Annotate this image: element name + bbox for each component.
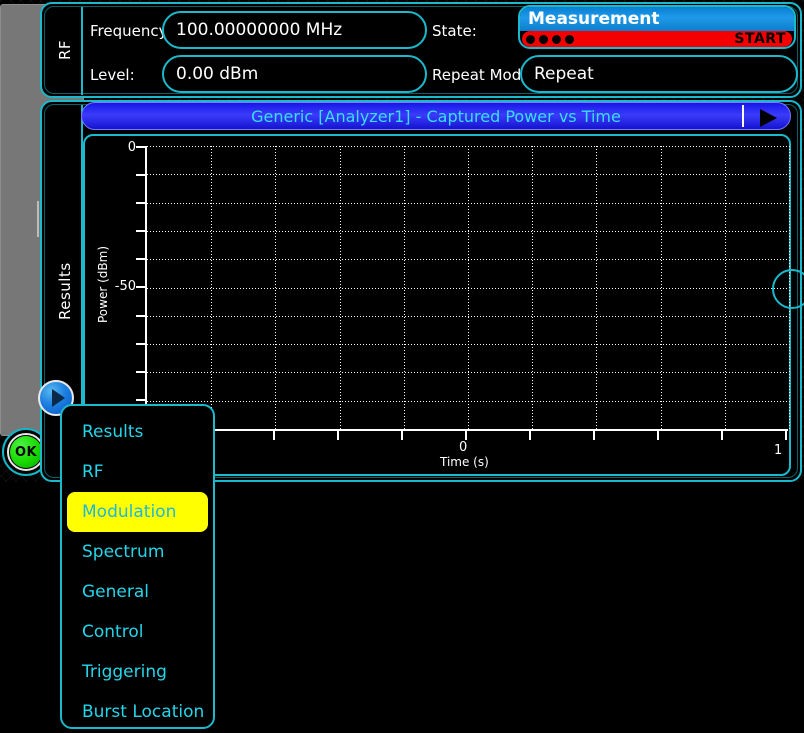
menu-item-label: Triggering [82, 662, 167, 682]
y-tick-label-0: 0 [127, 140, 136, 155]
play-triangle-icon [51, 389, 65, 407]
gridline-horizontal [147, 372, 789, 373]
x-tick-label-0: 0 [459, 440, 468, 455]
menu-item-label: Control [82, 622, 144, 642]
menu-item-label: Results [82, 422, 144, 442]
menu-item-spectrum[interactable]: Spectrum [62, 532, 213, 572]
measurement-title: Measurement [520, 7, 794, 31]
graph-title-bar[interactable]: Generic [Analyzer1] - Captured Power vs … [81, 102, 791, 130]
menu-item-triggering[interactable]: Triggering [62, 652, 213, 692]
menu-item-label: Burst Location [82, 702, 205, 722]
gridline-horizontal [147, 174, 789, 175]
results-popup-menu[interactable]: Results RF Modulation Spectrum General Contro… [60, 404, 215, 729]
ok-button-label: OK [10, 436, 42, 468]
gridline-horizontal [147, 401, 789, 402]
menu-item-control[interactable]: Control [62, 612, 213, 652]
menu-item-rf[interactable]: RF [62, 452, 213, 492]
frequency-field[interactable]: 100.00000000 MHz [162, 11, 427, 49]
menu-item-modulation[interactable]: Modulation [67, 492, 208, 532]
gridline-horizontal [147, 344, 789, 345]
level-label: Level: [90, 66, 135, 84]
rf-panel-divider [81, 7, 83, 95]
graph-title-separator [742, 105, 744, 127]
right-edge-handle[interactable] [772, 269, 804, 309]
play-triangle-icon[interactable] [760, 109, 777, 127]
y-axis-title: Power (dBm) [96, 246, 110, 323]
level-field[interactable]: 0.00 dBm [162, 55, 427, 93]
x-axis-title: Time (s) [440, 455, 489, 469]
repeat-mode-field[interactable]: Repeat [520, 55, 798, 93]
menu-item-label: General [82, 582, 149, 602]
x-tick-label-1: 1 [774, 443, 783, 458]
gridline-horizontal [147, 316, 789, 317]
menu-item-label: Spectrum [82, 542, 165, 562]
progress-dot [526, 34, 535, 44]
gridline-horizontal [147, 231, 789, 232]
gridline-horizontal [147, 203, 789, 204]
gridline-horizontal [147, 146, 789, 147]
progress-dot [539, 34, 548, 44]
state-label: State: [432, 22, 477, 40]
menu-item-burst-location[interactable]: Burst Location [62, 692, 213, 732]
measurement-status-widget[interactable]: Measurement START [518, 5, 796, 49]
gridline-horizontal [147, 288, 789, 289]
graph-title-text: Generic [Analyzer1] - Captured Power vs … [251, 106, 621, 126]
progress-dot [565, 34, 574, 44]
menu-item-label: RF [82, 462, 104, 482]
menu-item-results[interactable]: Results [62, 412, 213, 452]
frequency-label: Frequency: [90, 22, 172, 40]
gridline-horizontal [147, 259, 789, 260]
menu-item-general[interactable]: General [62, 572, 213, 612]
plot-grid-area[interactable] [145, 146, 790, 430]
progress-dot [552, 34, 561, 44]
rf-panel-tab[interactable]: RF [56, 4, 74, 96]
menu-item-label: Modulation [82, 502, 177, 522]
measurement-start-label[interactable]: START [734, 31, 786, 47]
